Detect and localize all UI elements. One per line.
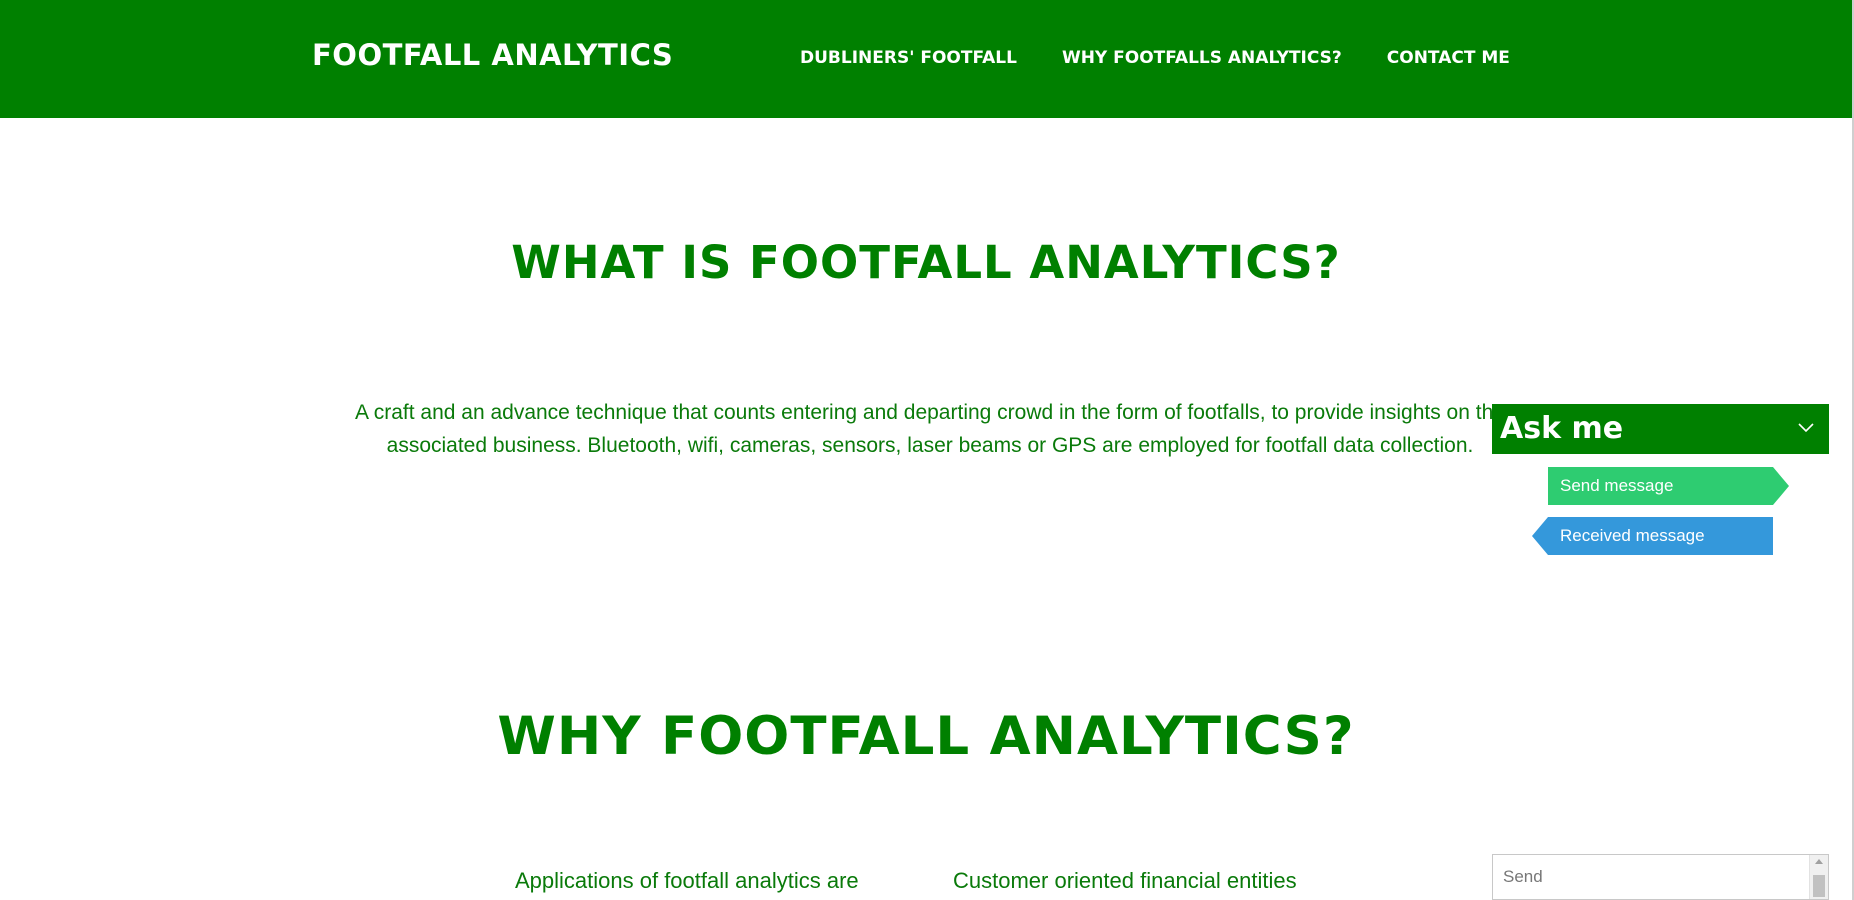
chat-input-container <box>1492 854 1829 900</box>
why-column-left-text: Applications of footfall analytics are <box>515 868 859 893</box>
page: FOOTFALL ANALYTICS DUBLINERS' FOOTFALL W… <box>0 0 1854 900</box>
nav-link-contact-me[interactable]: CONTACT ME <box>1387 48 1510 68</box>
chat-widget-title: Ask me <box>1500 411 1624 446</box>
what-is-description: A craft and an advance technique that co… <box>355 401 1505 457</box>
chat-input-scrollbar[interactable] <box>1809 855 1828 899</box>
nav-link-why-footfalls-analytics[interactable]: WHY FOOTFALLS ANALYTICS? <box>1062 48 1342 68</box>
brand-logo-text[interactable]: FOOTFALL ANALYTICS <box>312 38 673 72</box>
chat-received-message: Received message <box>1532 517 1773 555</box>
chat-widget-header[interactable]: Ask me <box>1492 404 1829 454</box>
chevron-down-icon[interactable] <box>1797 418 1815 436</box>
scrollbar-thumb[interactable] <box>1813 875 1825 897</box>
why-column-right-text: Customer oriented financial entities <box>953 868 1297 893</box>
chat-send-input[interactable] <box>1493 855 1808 899</box>
chat-sent-message: Send message <box>1548 467 1789 505</box>
scroll-up-arrow-icon[interactable] <box>1815 859 1823 864</box>
what-is-heading: WHAT IS FOOTFALL ANALYTICS? <box>511 236 1341 289</box>
nav-links: DUBLINERS' FOOTFALL WHY FOOTFALLS ANALYT… <box>800 48 1510 68</box>
nav-link-dubliners-footfall[interactable]: DUBLINERS' FOOTFALL <box>800 48 1017 68</box>
why-heading: WHY FOOTFALL ANALYTICS? <box>497 706 1355 767</box>
navbar: FOOTFALL ANALYTICS DUBLINERS' FOOTFALL W… <box>0 0 1852 118</box>
